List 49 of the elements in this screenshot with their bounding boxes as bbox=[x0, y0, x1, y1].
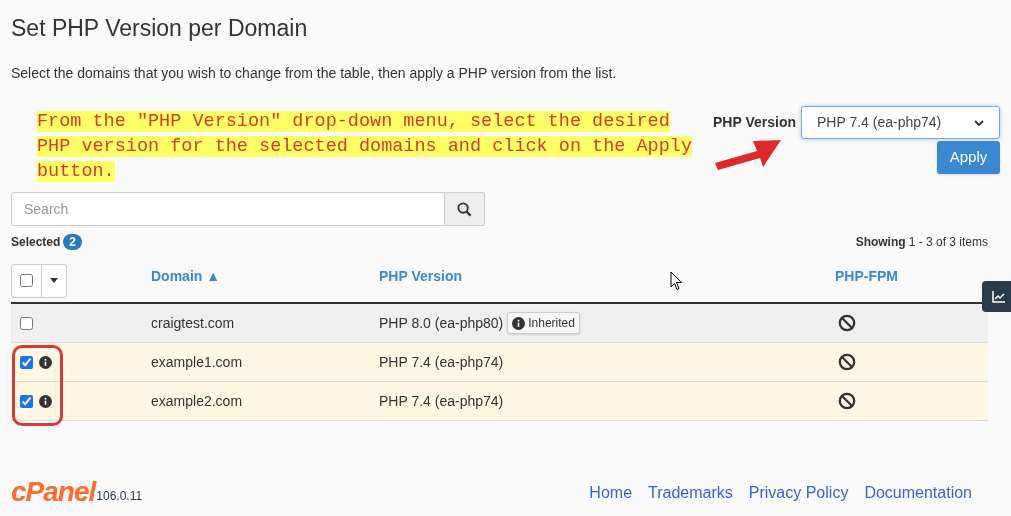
footer-link[interactable]: Trademarks bbox=[648, 481, 733, 505]
stats-tab[interactable] bbox=[982, 281, 1011, 312]
inherited-badge: Inherited bbox=[507, 312, 580, 334]
selected-count: 2 bbox=[63, 234, 83, 250]
caret-icon bbox=[50, 278, 58, 283]
select-all-checkbox[interactable] bbox=[20, 274, 33, 287]
column-header[interactable]: Domain ▲ bbox=[151, 266, 379, 295]
description: Select the domains that you wish to change from the table, then apply a PHP version from the list. bbox=[11, 64, 617, 83]
annotation-text: From the "PHP Version" drop-down menu, select the desired PHP version for the selected domains and click on the Apply button. bbox=[37, 110, 692, 184]
table-row[interactable]: craigtest.com PHP 8.0 (ea-php80) Inherited bbox=[11, 304, 988, 343]
table-row[interactable]: example2.com PHP 7.4 (ea-php74) bbox=[11, 382, 988, 421]
disabled-icon bbox=[838, 392, 856, 410]
disabled-icon bbox=[838, 353, 856, 371]
cursor-icon bbox=[670, 271, 683, 291]
version-cell-text: PHP 7.4 (ea-php74) bbox=[379, 391, 504, 411]
domain-cell-text: example2.com bbox=[151, 391, 244, 411]
search-field[interactable]: Search bbox=[11, 192, 445, 226]
row-checkbox[interactable] bbox=[20, 355, 33, 369]
chart-icon bbox=[991, 290, 1005, 303]
apply-button[interactable]: Apply bbox=[937, 141, 1000, 174]
version-label: 106.0.11 bbox=[96, 489, 143, 505]
cpanel-logo: cPanel bbox=[11, 479, 96, 505]
footer-link[interactable]: Privacy Policy bbox=[748, 481, 849, 505]
showing-label: Showing bbox=[855, 234, 906, 251]
search-button[interactable] bbox=[445, 192, 485, 226]
page-title: Set PHP Version per Domain bbox=[11, 14, 308, 42]
domain-cell-text: craigtest.com bbox=[151, 313, 236, 333]
search-icon bbox=[457, 201, 472, 217]
php-version-label: PHP Version bbox=[713, 113, 796, 132]
row-checkbox[interactable] bbox=[20, 394, 33, 408]
info-icon bbox=[39, 355, 52, 369]
row-checkbox[interactable] bbox=[20, 316, 33, 330]
version-cell-text: PHP 8.0 (ea-php80) bbox=[379, 313, 504, 333]
domain-cell-text: example1.com bbox=[151, 352, 244, 372]
chevron-down-icon bbox=[974, 118, 984, 127]
selected-label: Selected bbox=[11, 234, 61, 251]
info-icon bbox=[39, 394, 52, 408]
footer-link[interactable]: Documentation bbox=[864, 481, 972, 505]
info-icon bbox=[512, 316, 526, 330]
php-version-select[interactable]: PHP 7.4 (ea-php74) bbox=[801, 106, 1000, 139]
showing-range: 1 - 3 of 3 items bbox=[908, 234, 988, 251]
column-header[interactable]: PHP Version bbox=[379, 266, 835, 295]
table-row[interactable]: example1.com PHP 7.4 (ea-php74) bbox=[11, 343, 988, 382]
footer-link[interactable]: Home bbox=[589, 481, 633, 505]
version-cell-text: PHP 7.4 (ea-php74) bbox=[379, 352, 504, 372]
annotation-arrow bbox=[713, 137, 783, 172]
column-header[interactable]: PHP-FPM bbox=[835, 266, 898, 295]
disabled-icon bbox=[838, 314, 856, 332]
select-all-control[interactable] bbox=[11, 263, 67, 298]
